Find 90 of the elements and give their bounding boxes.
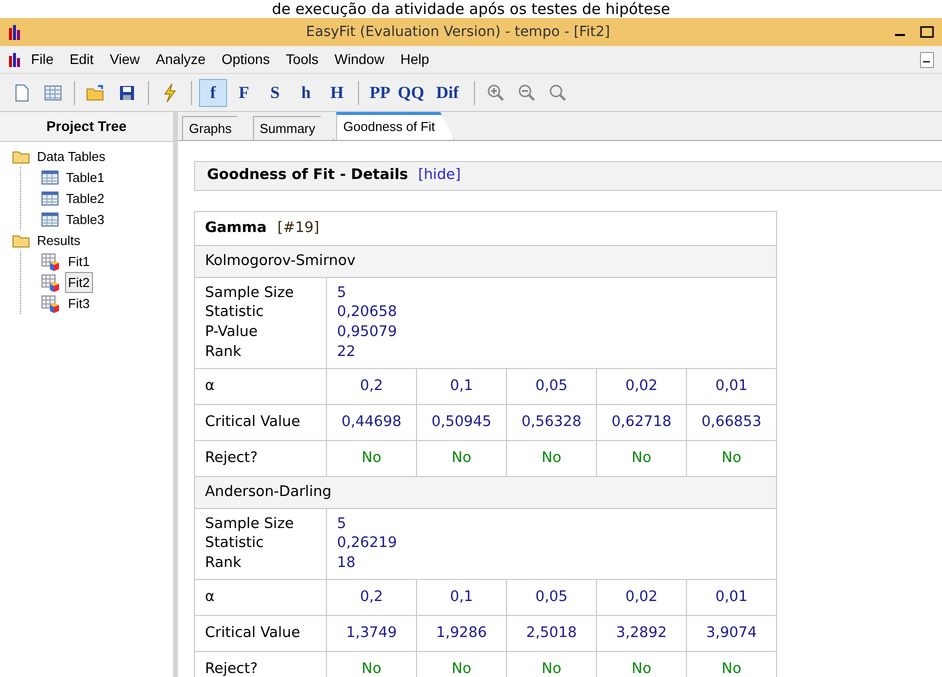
test-name: Anderson-Darling [194, 476, 776, 508]
tab[interactable]: Summary [252, 116, 334, 140]
zoom-out-icon[interactable] [518, 84, 536, 102]
toolbar-button[interactable]: QQ [397, 78, 425, 106]
reject-value: No [596, 440, 686, 476]
tree-item[interactable]: Fit1 [65, 250, 93, 272]
tree-item[interactable]: Results [34, 230, 84, 252]
menu-item[interactable]: Edit [62, 47, 101, 72]
critical-value: 3,2892 [596, 616, 686, 652]
row-label: Critical Value [194, 404, 326, 440]
alpha-value: 0,1 [416, 580, 506, 616]
open-folder-icon[interactable] [86, 84, 106, 100]
row-label: Reject? [194, 652, 326, 677]
menu-item[interactable]: Window [328, 47, 392, 72]
menu-item[interactable]: Tools [278, 47, 326, 72]
alpha-value: 0,01 [686, 368, 776, 404]
alpha-value: 0,2 [326, 368, 416, 404]
critical-value: 3,9074 [686, 616, 776, 652]
critical-value: 1,9286 [416, 616, 506, 652]
menu-item[interactable]: Analyze [148, 47, 213, 72]
menu-item[interactable]: Help [393, 47, 436, 72]
table-icon[interactable] [44, 84, 62, 100]
tree-item[interactable]: Table2 [63, 188, 108, 210]
table-icon [41, 212, 59, 227]
reject-value: No [326, 440, 416, 476]
tab[interactable]: Goodness of Fit [336, 112, 454, 140]
hide-link[interactable]: [hide] [418, 165, 461, 187]
app-icon [8, 24, 22, 40]
panel-title: Project Tree [0, 112, 173, 142]
alpha-value: 0,2 [326, 580, 416, 616]
distribution-id: [#19] [277, 220, 320, 236]
tree-item[interactable]: Fit2 [65, 272, 93, 294]
chart-table-icon [41, 252, 61, 270]
row-label: Reject? [194, 440, 326, 476]
toolbar-button[interactable]: Dif [428, 78, 467, 106]
toolbar-button[interactable]: f [199, 78, 227, 106]
alpha-value: 0,01 [686, 580, 776, 616]
table-icon [41, 191, 59, 206]
menu-item[interactable]: View [102, 47, 147, 72]
alpha-value: 0,02 [596, 580, 686, 616]
tab[interactable]: Graphs [182, 116, 251, 140]
app-icon [8, 52, 22, 66]
alpha-value: 0,05 [506, 368, 596, 404]
menu-item[interactable]: File [24, 47, 61, 72]
distribution-name: Gamma [205, 220, 267, 236]
critical-value: 1,3749 [326, 616, 416, 652]
test-name: Kolmogorov-Smirnov [194, 245, 776, 278]
toolbar-button[interactable]: h [292, 78, 320, 106]
alpha-value: 0,05 [506, 580, 596, 616]
toolbar-button[interactable]: PP [366, 78, 394, 106]
stat-labels: Sample Size Statistic Rank [194, 508, 326, 580]
chart-table-icon [41, 274, 61, 292]
toolbar-button[interactable]: H [323, 78, 351, 106]
reject-value: No [416, 440, 506, 476]
critical-value: 0,50945 [416, 404, 506, 440]
stat-values: 5 0,26219 18 [326, 508, 776, 580]
lightning-icon[interactable] [163, 82, 177, 102]
critical-value: 0,56328 [506, 404, 596, 440]
alpha-value: 0,1 [416, 368, 506, 404]
stat-values: 5 0,20658 0,95079 22 [326, 277, 776, 369]
table-icon [41, 170, 59, 185]
reject-value: No [686, 440, 776, 476]
section-title: Goodness of Fit - Details [207, 166, 408, 186]
stat-labels: Sample Size Statistic P-Value Rank [194, 277, 326, 369]
minimize-icon[interactable] [920, 52, 934, 68]
new-document-icon[interactable] [14, 84, 30, 102]
maximize-icon[interactable] [920, 26, 934, 38]
chart-table-icon [41, 294, 61, 312]
toolbar-button[interactable]: F [230, 78, 258, 106]
row-label: α [194, 580, 326, 616]
tree-item[interactable]: Data Tables [34, 146, 108, 168]
tree-item[interactable]: Table1 [63, 166, 108, 188]
menu-item[interactable]: Options [214, 47, 277, 72]
row-label: Critical Value [194, 616, 326, 652]
folder-icon [12, 234, 30, 248]
critical-value: 0,62718 [596, 404, 686, 440]
window-title: EasyFit (Evaluation Version) - tempo - [Fit2] [305, 22, 611, 42]
tree-item[interactable]: Fit3 [65, 292, 93, 314]
tree-item[interactable]: Table3 [63, 208, 108, 230]
critical-value: 0,66853 [686, 404, 776, 440]
zoom-in-icon[interactable] [487, 84, 505, 102]
zoom-icon[interactable] [549, 84, 567, 102]
toolbar-button[interactable]: S [261, 78, 289, 106]
save-icon[interactable] [119, 84, 135, 100]
critical-value: 2,5018 [506, 616, 596, 652]
folder-icon [12, 150, 30, 164]
critical-value: 0,44698 [326, 404, 416, 440]
reject-value: No [506, 440, 596, 476]
alpha-value: 0,02 [596, 368, 686, 404]
row-label: α [194, 368, 326, 404]
